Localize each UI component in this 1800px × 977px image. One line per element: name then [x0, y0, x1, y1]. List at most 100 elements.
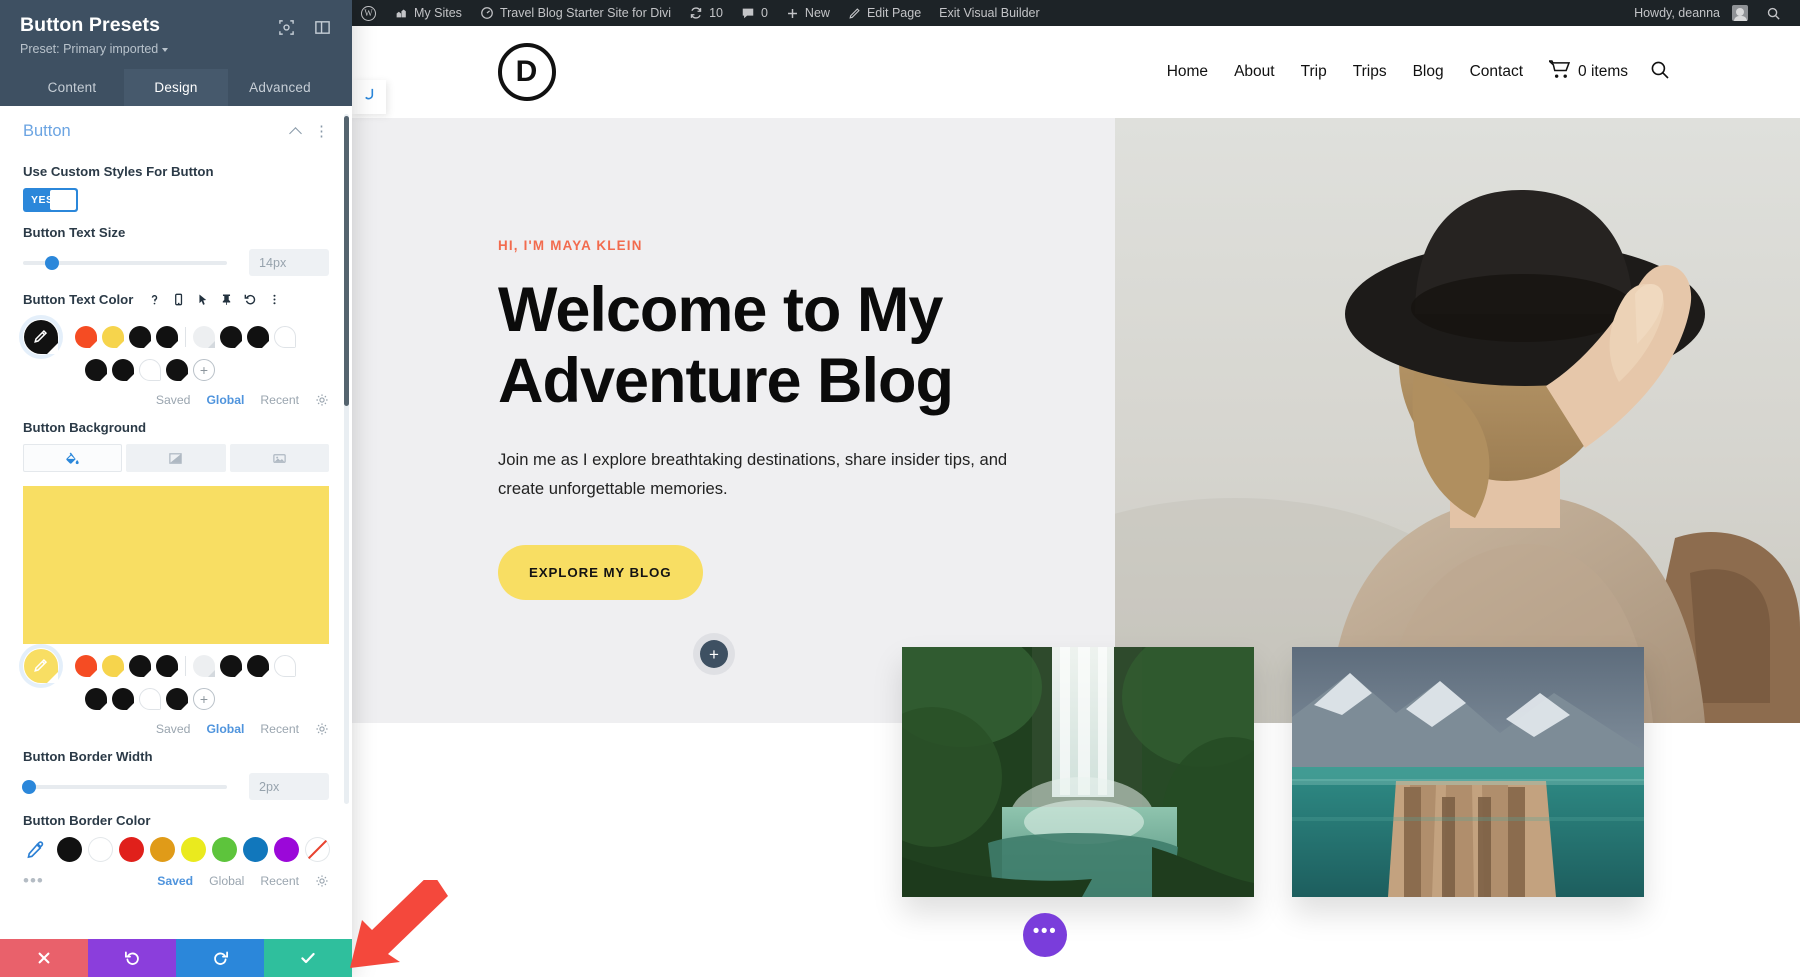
background-color-picker-button[interactable] — [23, 648, 59, 684]
redo-button[interactable] — [176, 939, 264, 977]
border-swatch-blue[interactable] — [243, 837, 268, 862]
bg-swatch-black-6[interactable] — [112, 688, 134, 710]
swatch-white-2[interactable] — [139, 359, 161, 381]
nav-item-blog[interactable]: Blog — [1400, 63, 1457, 81]
dots-horizontal-icon[interactable]: ••• — [23, 872, 44, 889]
help-icon[interactable] — [144, 289, 165, 310]
palette-tab-recent[interactable]: Recent — [260, 874, 299, 888]
nav-item-about[interactable]: About — [1221, 63, 1288, 81]
add-section-button[interactable]: + — [700, 640, 728, 668]
admin-bar-item-edit-page[interactable]: Edit Page — [839, 0, 930, 26]
border-swatch-none[interactable] — [305, 837, 330, 862]
tab-advanced[interactable]: Advanced — [228, 69, 332, 106]
swatch-black-7[interactable] — [166, 359, 188, 381]
bg-swatch-orange[interactable] — [75, 655, 97, 677]
swatch-black-1[interactable] — [129, 326, 151, 348]
border-swatch-green[interactable] — [212, 837, 237, 862]
cancel-button[interactable] — [0, 939, 88, 977]
nav-item-trip[interactable]: Trip — [1288, 63, 1340, 81]
dots-vertical-icon[interactable] — [264, 289, 285, 310]
swatch-black-4[interactable] — [247, 326, 269, 348]
background-tab-color[interactable] — [23, 444, 123, 472]
gear-icon[interactable] — [315, 722, 329, 736]
button-text-size-slider[interactable] — [23, 255, 227, 270]
cart-link[interactable]: 0 items — [1536, 60, 1628, 84]
bg-swatch-black-3[interactable] — [220, 655, 242, 677]
bg-swatch-white-2[interactable] — [139, 688, 161, 710]
background-tab-image[interactable] — [229, 444, 329, 472]
bg-swatch-black-1[interactable] — [129, 655, 151, 677]
border-swatch-orange[interactable] — [150, 837, 175, 862]
palette-tab-recent[interactable]: Recent — [260, 393, 299, 407]
swatch-yellow[interactable] — [102, 326, 124, 348]
site-logo[interactable]: D — [498, 43, 556, 101]
admin-bar-item-site-name[interactable]: Travel Blog Starter Site for Divi — [471, 0, 680, 26]
undo-button[interactable] — [88, 939, 176, 977]
swatch-orange[interactable] — [75, 326, 97, 348]
nav-item-contact[interactable]: Contact — [1457, 63, 1536, 81]
swatch-black-6[interactable] — [112, 359, 134, 381]
preset-selector[interactable]: Preset: Primary imported — [20, 42, 169, 56]
gear-icon[interactable] — [315, 393, 329, 407]
palette-tab-recent[interactable]: Recent — [260, 722, 299, 736]
admin-bar-item-comments[interactable]: 0 — [732, 0, 777, 26]
tab-content[interactable]: Content — [20, 69, 124, 106]
palette-tab-saved[interactable]: Saved — [156, 393, 191, 407]
swatch-black-5[interactable] — [85, 359, 107, 381]
bg-swatch-yellow[interactable] — [102, 655, 124, 677]
swatch-white-1[interactable] — [274, 326, 296, 348]
background-color-preview[interactable] — [23, 486, 329, 644]
palette-tab-saved[interactable]: Saved — [157, 874, 193, 888]
slider-knob[interactable] — [44, 255, 59, 270]
palette-tab-global[interactable]: Global — [209, 874, 244, 888]
background-tab-gradient[interactable] — [126, 444, 226, 472]
slider-knob[interactable] — [22, 779, 37, 794]
nav-item-home[interactable]: Home — [1154, 63, 1221, 81]
tab-design[interactable]: Design — [124, 69, 228, 106]
custom-styles-toggle[interactable]: YES — [23, 188, 78, 212]
nav-item-trips[interactable]: Trips — [1340, 63, 1400, 81]
add-swatch-button[interactable]: + — [193, 688, 215, 710]
eyedropper-icon[interactable] — [23, 837, 48, 862]
bg-swatch-white-1[interactable] — [274, 655, 296, 677]
border-swatch-yellow[interactable] — [181, 837, 206, 862]
responsive-icon[interactable] — [168, 289, 189, 310]
explore-my-blog-button[interactable]: EXPLORE MY BLOG — [498, 545, 703, 601]
layout-columns-icon[interactable] — [312, 17, 332, 37]
chevron-up-icon[interactable] — [289, 127, 302, 140]
wordpress-logo-button[interactable] — [352, 0, 385, 26]
dots-vertical-icon[interactable]: ⋮ — [314, 124, 329, 139]
admin-bar-item-exit-visual-builder[interactable]: Exit Visual Builder — [930, 0, 1049, 26]
swatch-black-3[interactable] — [220, 326, 242, 348]
focus-target-icon[interactable] — [276, 17, 296, 37]
border-swatch-black[interactable] — [57, 837, 82, 862]
account-menu[interactable]: Howdy, deanna — [1625, 0, 1757, 26]
reset-icon[interactable] — [240, 289, 261, 310]
palette-tab-global[interactable]: Global — [206, 393, 244, 407]
bg-swatch-black-4[interactable] — [247, 655, 269, 677]
hover-icon[interactable] — [192, 289, 213, 310]
builder-left-toggle[interactable] — [352, 80, 386, 114]
palette-tab-global[interactable]: Global — [206, 722, 244, 736]
site-search-button[interactable] — [1628, 60, 1670, 85]
palette-tab-saved[interactable]: Saved — [156, 722, 191, 736]
button-border-width-value[interactable]: 2px — [249, 773, 329, 800]
bg-swatch-lightgray[interactable] — [193, 655, 215, 677]
page-settings-fab[interactable]: ••• — [1023, 913, 1067, 957]
button-text-size-value[interactable]: 14px — [249, 249, 329, 276]
admin-bar-item-new[interactable]: New — [777, 0, 839, 26]
swatch-lightgray[interactable] — [193, 326, 215, 348]
admin-bar-item-my-sites[interactable]: My Sites — [385, 0, 471, 26]
bg-swatch-black-2[interactable] — [156, 655, 178, 677]
border-swatch-white[interactable] — [88, 837, 113, 862]
admin-bar-search-button[interactable] — [1757, 0, 1790, 26]
sticky-pin-icon[interactable] — [216, 289, 237, 310]
border-swatch-purple[interactable] — [274, 837, 299, 862]
border-swatch-red[interactable] — [119, 837, 144, 862]
card-lake-dock[interactable] — [1292, 647, 1644, 897]
section-button-header[interactable]: Button ⋮ — [23, 106, 329, 151]
bg-swatch-black-5[interactable] — [85, 688, 107, 710]
swatch-black-2[interactable] — [156, 326, 178, 348]
card-waterfall[interactable] — [902, 647, 1254, 897]
button-border-width-slider[interactable] — [22, 779, 227, 794]
